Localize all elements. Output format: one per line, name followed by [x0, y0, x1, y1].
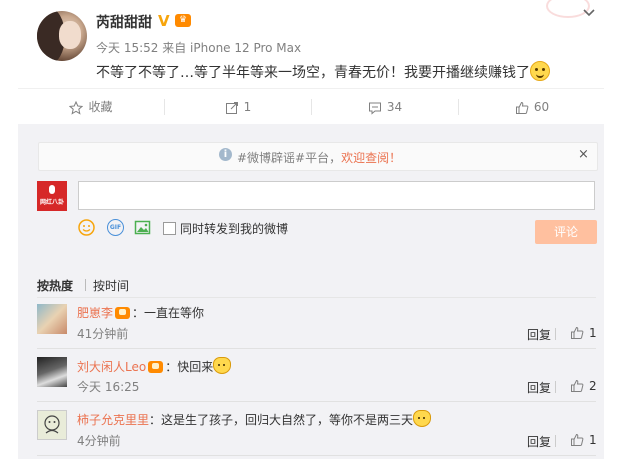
- comment-avatar[interactable]: [37, 410, 67, 440]
- chevron-down-icon[interactable]: [582, 6, 596, 20]
- gif-label: GIF: [109, 224, 122, 231]
- like-button[interactable]: 60: [459, 89, 605, 125]
- favorite-button[interactable]: 收藏: [18, 89, 164, 125]
- post-meta: 今天 15:52 来自 iPhone 12 Pro Max: [96, 39, 301, 56]
- comment-divider: [37, 401, 596, 402]
- cartoon-avatar-icon: [44, 415, 60, 434]
- share-button[interactable]: 1: [165, 89, 311, 125]
- sort-by-hot-tab[interactable]: 按热度: [37, 277, 73, 294]
- action-bar: 收藏 1 34 60: [18, 88, 604, 126]
- reply-button[interactable]: 回复: [527, 433, 551, 450]
- my-avatar[interactable]: 网红八卦: [37, 181, 67, 211]
- emoji-picker-icon[interactable]: [78, 219, 95, 236]
- comment-like-count: 2: [589, 379, 597, 393]
- comment-divider: [37, 348, 596, 349]
- notice-text: #微博辟谣#平台，欢迎查阅！: [237, 149, 401, 166]
- thumbs-up-icon: [515, 101, 529, 114]
- vip-crown-icon: [148, 361, 164, 373]
- vip-crown-icon: ♛: [175, 14, 191, 27]
- comment-text: ：一直在等你: [132, 306, 205, 320]
- sort-underline: [37, 297, 596, 298]
- info-icon: i: [219, 148, 232, 161]
- verified-badge-icon: V: [158, 12, 170, 30]
- share-count: 1: [243, 100, 252, 114]
- comment-count: 34: [386, 100, 403, 114]
- smile-emoji-icon: [530, 61, 550, 81]
- comment-icon: [368, 102, 381, 115]
- repost-checkbox[interactable]: [163, 222, 176, 235]
- star-icon: [69, 100, 84, 115]
- sort-by-time-tab[interactable]: 按时间: [93, 277, 129, 294]
- gif-icon[interactable]: GIF: [107, 219, 124, 236]
- cat-emoji-icon: [413, 410, 432, 427]
- comment-avatar[interactable]: [37, 357, 67, 387]
- comment-like-count: 1: [589, 433, 597, 447]
- post-time[interactable]: 今天 15:52: [96, 41, 158, 55]
- comment-action-divider: [555, 435, 556, 447]
- comment-text: ：快回来: [165, 360, 214, 374]
- microphone-icon: [49, 185, 55, 194]
- comment-line: 刘大闲人Leo ：快回来: [77, 357, 232, 375]
- thumbs-up-icon[interactable]: [570, 433, 584, 447]
- sort-divider: [85, 279, 86, 291]
- author-avatar[interactable]: [37, 11, 87, 61]
- comment-time: 41分钟前: [77, 327, 129, 341]
- submit-comment-button[interactable]: 评论: [535, 220, 597, 244]
- author-name[interactable]: 芮甜甜甜: [96, 12, 152, 32]
- reply-button[interactable]: 回复: [527, 379, 551, 396]
- comment-avatar[interactable]: [37, 304, 67, 334]
- comment-text: ：这是生了孩子，回归大自然了，等你不是两三天: [149, 413, 414, 427]
- comment-action-divider: [555, 328, 556, 340]
- notice-prefix[interactable]: #微博辟谣#平台，: [237, 151, 341, 165]
- comment-author[interactable]: 柿子允克里里: [77, 413, 149, 427]
- comment-line: 柿子允克里里：这是生了孩子，回归大自然了，等你不是两三天: [77, 410, 432, 428]
- comment-author[interactable]: 肥崽李: [77, 306, 113, 320]
- image-icon[interactable]: [134, 219, 151, 236]
- comment-author[interactable]: 刘大闲人Leo: [77, 360, 146, 374]
- comment-divider: [37, 455, 596, 456]
- comment-time: 4分钟前: [77, 434, 121, 448]
- notice-link[interactable]: 欢迎查阅！: [341, 151, 401, 165]
- comment-line: 肥崽李 ：一直在等你: [77, 304, 204, 321]
- vip-crown-icon: [115, 307, 131, 319]
- post-content: 不等了不等了…等了半年等来一场空，青春无价！我要开播继续赚钱了: [96, 61, 550, 82]
- avatar-brand-text: 网红八卦: [39, 199, 64, 206]
- reply-button[interactable]: 回复: [527, 326, 551, 343]
- close-icon[interactable]: ×: [578, 147, 589, 162]
- favorite-label: 收藏: [88, 100, 113, 114]
- post-text: 不等了不等了…等了半年等来一场空，青春无价！我要开播继续赚钱了: [96, 65, 530, 81]
- comment-action-divider: [555, 381, 556, 393]
- repost-label[interactable]: 同时转发到我的微博: [180, 220, 288, 237]
- comment-input[interactable]: [78, 181, 595, 210]
- thumbs-up-icon[interactable]: [570, 379, 584, 393]
- like-count: 60: [533, 100, 550, 114]
- post-source: 来自 iPhone 12 Pro Max: [162, 41, 302, 55]
- comment-like-count: 1: [589, 326, 597, 340]
- comment-time: 今天 16:25: [77, 380, 140, 394]
- cat-emoji-icon: [213, 357, 232, 374]
- comment-button[interactable]: 34: [312, 89, 458, 125]
- thumbs-up-icon[interactable]: [570, 326, 584, 340]
- share-icon: [225, 101, 238, 114]
